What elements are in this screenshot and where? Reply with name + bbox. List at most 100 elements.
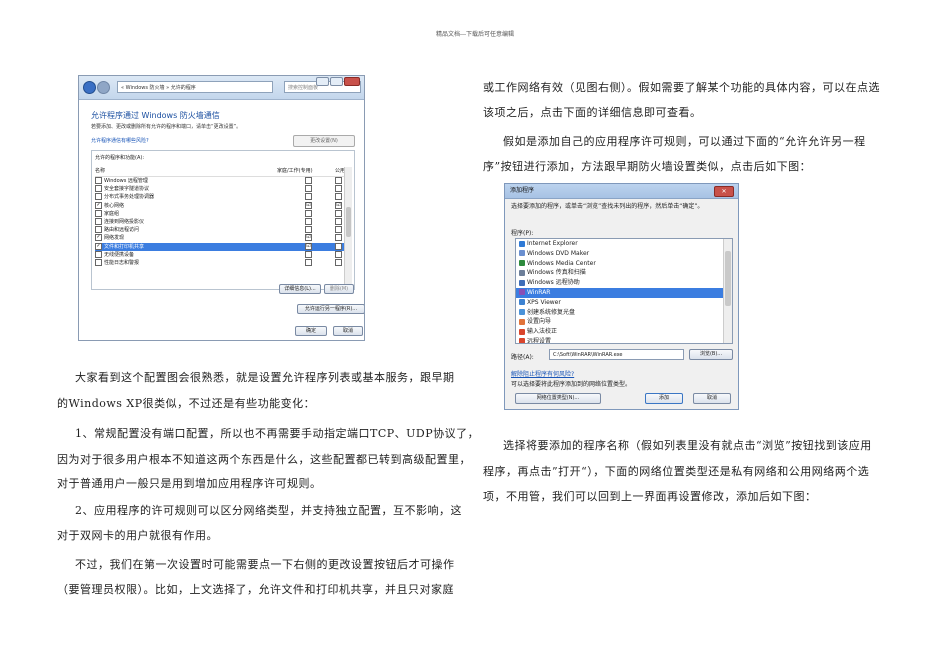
- public-checkbox[interactable]: ☑: [335, 201, 342, 209]
- allowed-programs-list: 允许的程序和功能(A): 名称 家庭/工作(专用) 公用 Windows 远程管…: [91, 150, 355, 290]
- minimize-icon[interactable]: [316, 77, 329, 86]
- program-list-item[interactable]: Windows 传真和扫描: [516, 268, 732, 278]
- row-checkbox[interactable]: [95, 218, 102, 225]
- home-checkbox[interactable]: [305, 209, 312, 217]
- remove-button[interactable]: 删除(M): [324, 284, 354, 294]
- public-checkbox[interactable]: [335, 259, 342, 266]
- address-bar[interactable]: « Windows 防火墙 » 允许的程序: [117, 81, 273, 93]
- home-checkbox[interactable]: [305, 193, 312, 201]
- path-field[interactable]: C:\Soft\WinRAR\WinRAR.exe: [549, 349, 684, 360]
- list-item[interactable]: Windows 远程管理: [95, 177, 345, 185]
- row-checkbox[interactable]: [95, 177, 102, 184]
- program-list-item[interactable]: 输入法校正: [516, 327, 732, 337]
- row-checkbox[interactable]: [95, 209, 102, 217]
- right-p3-line3: 项，不用管，我们可以回到上一界面再设置修改，添加后如下图：: [483, 490, 817, 503]
- home-checkbox[interactable]: ☑: [305, 242, 312, 250]
- close-icon[interactable]: [344, 77, 360, 86]
- program-list-item[interactable]: WinRAR: [516, 287, 732, 298]
- row-name: 安全套接字隧道协议: [104, 186, 150, 193]
- row-name: 路由和远程访问: [104, 227, 140, 234]
- list-item[interactable]: 连接到网络投影仪: [95, 218, 345, 226]
- public-checkbox[interactable]: [335, 193, 342, 201]
- program-list-item[interactable]: Windows 远程协助: [516, 278, 732, 288]
- cancel-button[interactable]: 取消: [693, 393, 731, 404]
- list-item[interactable]: 无线便携设备: [95, 250, 345, 259]
- row-checkbox[interactable]: [95, 259, 102, 266]
- list-label: 允许的程序和功能(A):: [95, 155, 145, 161]
- details-button[interactable]: 详细信息(L)...: [279, 284, 321, 294]
- program-list-scrollbar[interactable]: [723, 239, 732, 343]
- list-item[interactable]: 路由和远程访问: [95, 226, 345, 234]
- change-settings-button[interactable]: 更改设置(N): [293, 135, 355, 147]
- public-checkbox[interactable]: [335, 226, 342, 234]
- home-checkbox[interactable]: [305, 259, 312, 266]
- row-name: 性能日志和警报: [104, 260, 140, 266]
- program-list-item[interactable]: Internet Explorer: [516, 239, 732, 249]
- row-checkbox[interactable]: [95, 250, 102, 258]
- public-checkbox[interactable]: [335, 177, 342, 184]
- program-icon: [519, 318, 525, 325]
- close-icon[interactable]: ✕: [714, 186, 734, 197]
- risk-link[interactable]: 解除阻止程序有何风险?: [511, 369, 574, 378]
- cancel-button[interactable]: 取消: [333, 326, 363, 336]
- row-name: 家庭组: [104, 210, 120, 217]
- public-checkbox[interactable]: [335, 218, 342, 225]
- program-list-item[interactable]: XPS Viewer: [516, 298, 732, 308]
- row-checkbox[interactable]: [95, 193, 102, 201]
- program-list-item[interactable]: Windows DVD Maker: [516, 249, 732, 259]
- dialog-title: 添加程序: [510, 187, 535, 194]
- home-checkbox[interactable]: [305, 218, 312, 225]
- home-checkbox[interactable]: ☑: [305, 234, 312, 242]
- row-name: 网络发现: [104, 235, 125, 242]
- list-item[interactable]: ✓ 核心网络 ☑ ☑: [95, 201, 345, 210]
- add-program-dialog-screenshot: 添加程序 ✕ 选择要添加的程序，或单击“浏览”查找未列出的程序，然后单击“确定”…: [504, 183, 739, 410]
- page-title: 允许程序通过 Windows 防火墙通信: [91, 111, 220, 120]
- add-button[interactable]: 添加: [645, 393, 683, 404]
- home-checkbox[interactable]: [305, 226, 312, 234]
- col-name: 名称: [95, 168, 106, 174]
- allow-another-program-button[interactable]: 允许运行另一程序(R)...: [297, 304, 364, 314]
- list-item[interactable]: 家庭组: [95, 209, 345, 218]
- back-arrow-icon[interactable]: [83, 81, 96, 94]
- network-location-type-button[interactable]: 网络位置类型(N)...: [515, 393, 601, 404]
- ok-button[interactable]: 确定: [295, 326, 327, 336]
- row-checkbox[interactable]: ✓: [95, 234, 102, 242]
- list-scrollbar[interactable]: [344, 167, 352, 285]
- left-p2-line1: 1、常规配置没有端口配置，所以也不再需要手动指定端口TCP、UDP协议了，: [75, 427, 480, 440]
- network-type-hint: 可以选择要将此程序添加到的网络位置类型。: [511, 381, 632, 388]
- home-checkbox[interactable]: [305, 177, 312, 184]
- program-name: Internet Explorer: [527, 240, 578, 247]
- forward-arrow-icon[interactable]: [97, 81, 110, 94]
- public-checkbox[interactable]: [335, 242, 342, 250]
- program-list-item[interactable]: 创建系统修复光盘: [516, 308, 732, 318]
- program-list-item[interactable]: Windows Media Center: [516, 259, 732, 269]
- list-item[interactable]: 性能日志和警报: [95, 259, 345, 267]
- public-checkbox[interactable]: [335, 234, 342, 242]
- list-item[interactable]: ✓ 网络发现 ☑: [95, 234, 345, 242]
- risk-link[interactable]: 允许程序通信有哪些风险?: [91, 137, 149, 144]
- home-checkbox[interactable]: ☑: [305, 201, 312, 209]
- public-checkbox[interactable]: [335, 185, 342, 193]
- right-p1-line2: 该项之后，点击下面的详细信息即可查看。: [483, 106, 702, 119]
- list-item[interactable]: 安全套接字隧道协议: [95, 185, 345, 193]
- row-checkbox[interactable]: ✓: [95, 242, 102, 250]
- list-item[interactable]: ✓ 文件和打印机共享 ☑: [95, 242, 345, 251]
- page-header: 精品文档---下载后可任意编辑: [435, 31, 515, 38]
- row-name: 连接到网络投影仪: [104, 219, 145, 225]
- row-checkbox[interactable]: [95, 226, 102, 234]
- program-list[interactable]: Internet Explorer Windows DVD Maker Window…: [515, 238, 733, 344]
- row-name: 核心网络: [104, 202, 125, 209]
- program-icon: [519, 240, 525, 247]
- browse-button[interactable]: 浏览(B)...: [689, 349, 733, 360]
- home-checkbox[interactable]: [305, 250, 312, 258]
- program-name: 创建系统修复光盘: [527, 308, 576, 316]
- list-item[interactable]: 分布式事务处理协调器: [95, 193, 345, 201]
- public-checkbox[interactable]: [335, 250, 342, 258]
- public-checkbox[interactable]: [335, 209, 342, 217]
- home-checkbox[interactable]: [305, 185, 312, 193]
- row-checkbox[interactable]: [95, 185, 102, 193]
- maximize-icon[interactable]: [330, 77, 343, 86]
- program-list-item[interactable]: 设置向导: [516, 317, 732, 327]
- program-list-item[interactable]: 远程设置: [516, 337, 732, 343]
- row-checkbox[interactable]: ✓: [95, 201, 102, 209]
